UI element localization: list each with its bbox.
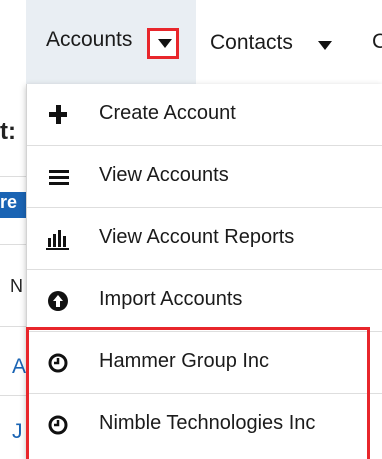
button-fragment-label: re bbox=[0, 192, 18, 212]
page-title-fragment: t: bbox=[0, 118, 16, 145]
divider bbox=[0, 326, 26, 327]
chevron-down-icon bbox=[158, 39, 172, 48]
upload-icon bbox=[45, 288, 71, 314]
bar-chart-icon bbox=[45, 226, 71, 252]
nav-accounts-label[interactable]: Accounts bbox=[46, 28, 132, 52]
menu-item-create-account[interactable]: Create Account bbox=[27, 84, 382, 146]
menu-item-view-account-reports[interactable]: View Account Reports bbox=[27, 208, 382, 270]
list-icon bbox=[45, 164, 71, 190]
recently-viewed-highlight bbox=[26, 327, 370, 459]
accounts-dropdown-toggle[interactable] bbox=[147, 28, 179, 59]
menu-item-label: View Accounts bbox=[99, 164, 229, 186]
menu-item-label: View Account Reports bbox=[99, 226, 295, 248]
divider bbox=[0, 176, 26, 177]
divider bbox=[0, 244, 26, 245]
menu-item-view-accounts[interactable]: View Accounts bbox=[27, 146, 382, 208]
record-link-fragment[interactable]: A bbox=[12, 355, 26, 379]
menu-item-import-accounts[interactable]: Import Accounts bbox=[27, 270, 382, 332]
menu-item-label: Import Accounts bbox=[99, 288, 243, 310]
nav-next-tab-label[interactable]: C bbox=[372, 30, 382, 54]
menu-item-label: Create Account bbox=[99, 102, 236, 124]
record-link-fragment[interactable]: J bbox=[12, 420, 23, 444]
top-navbar: Accounts Contacts C bbox=[0, 0, 382, 90]
nav-contacts-label[interactable]: Contacts bbox=[210, 31, 293, 55]
chevron-down-icon[interactable] bbox=[318, 41, 332, 50]
column-header-fragment: N bbox=[10, 276, 23, 296]
plus-icon bbox=[45, 102, 71, 128]
divider bbox=[0, 395, 26, 396]
